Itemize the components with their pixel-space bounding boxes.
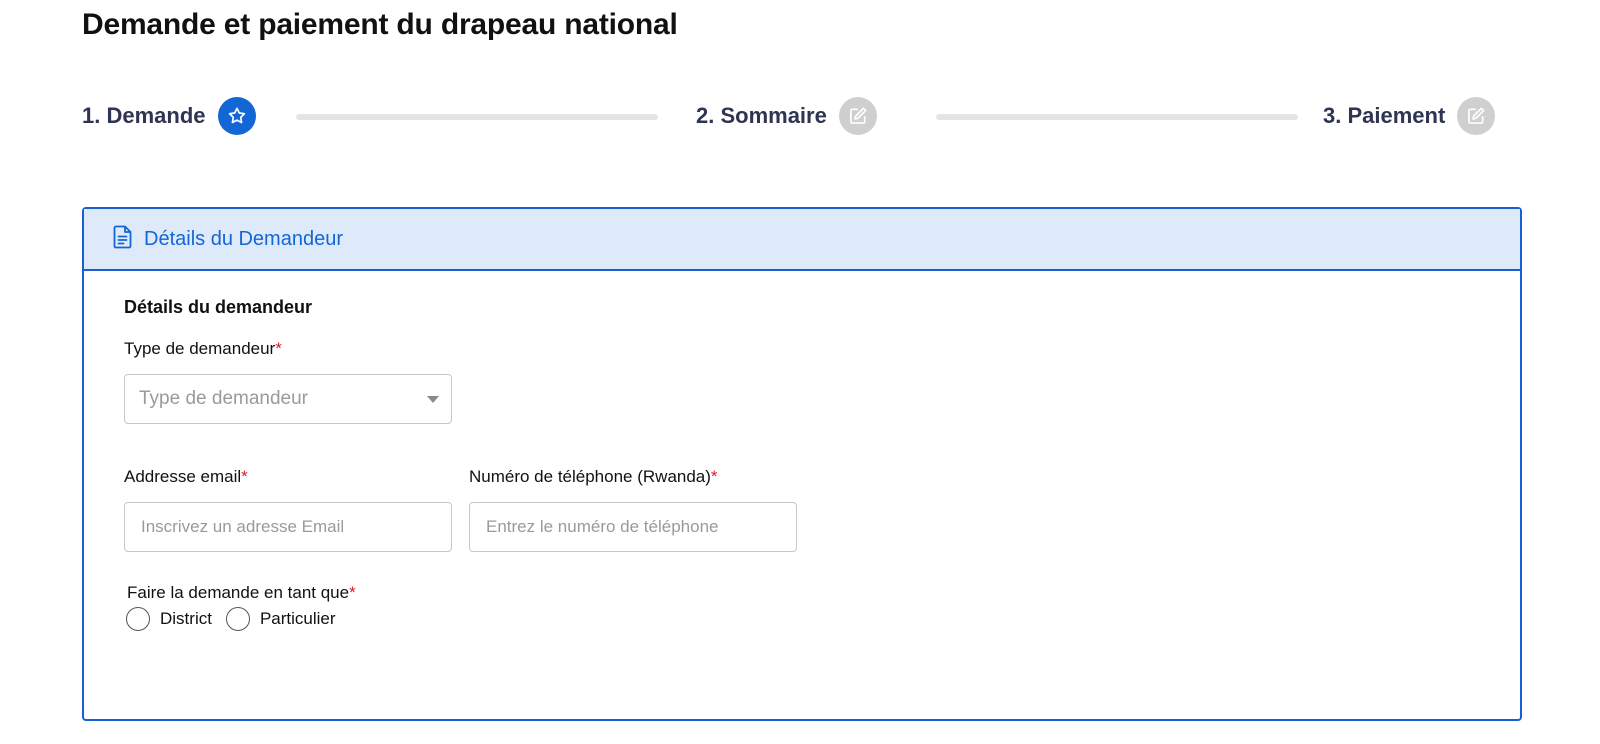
select-placeholder: Type de demandeur [139,388,309,409]
step-connector [936,114,1298,120]
edit-icon [838,97,877,135]
page-title: Demande et paiement du drapeau national [82,8,678,41]
applicant-type-select[interactable]: Type de demandeur [124,374,452,424]
label-text: Faire la demande en tant que [127,583,350,602]
radio-button[interactable] [126,607,150,631]
edit-icon [1457,97,1496,135]
step-label: 1. Demande [82,103,206,128]
section-title: Détails du demandeur [124,297,313,317]
card-header: Détails du Demandeur [84,209,1520,271]
phone-field[interactable] [469,502,797,552]
email-field[interactable] [124,502,452,552]
card-header-title: Détails du Demandeur [144,227,343,250]
stepper: 1. Demande 2. Sommaire 3. Paiement [82,96,1522,136]
label-text: Type de demandeur [124,339,276,358]
apply-as-label: Faire la demande en tant que* [127,583,356,603]
radio-label: Particulier [259,609,336,628]
radio-button[interactable] [225,607,250,631]
step-label: 2. Sommaire [696,103,827,128]
step-label: 3. Paiement [1323,103,1446,128]
apply-as-radio-group: District Particulier [126,607,350,631]
email-label: Addresse email* [124,467,248,487]
applicant-details-card: Détails du Demandeur Détails du demandeu… [82,207,1522,721]
step-sommaire[interactable]: 2. Sommaire [696,96,877,136]
caret-down-icon [427,396,439,403]
radio-district[interactable]: District [126,607,212,631]
required-mark: * [241,467,248,486]
label-text: Numéro de téléphone (Rwanda) [469,467,711,486]
applicant-type-label: Type de demandeur* [124,339,282,359]
step-connector [296,114,658,120]
radio-particulier[interactable]: Particulier [225,607,336,631]
required-mark: * [710,467,718,486]
step-demande[interactable]: 1. Demande [82,96,256,136]
required-mark: * [275,339,282,358]
radio-label: District [160,609,212,628]
label-text: Addresse email [124,467,242,486]
step-paiement[interactable]: 3. Paiement [1323,96,1496,136]
document-icon [112,225,134,254]
star-icon [217,97,256,135]
required-mark: * [349,583,356,602]
page: Demande et paiement du drapeau national … [0,0,1600,744]
phone-label: Numéro de téléphone (Rwanda)* [469,467,718,487]
